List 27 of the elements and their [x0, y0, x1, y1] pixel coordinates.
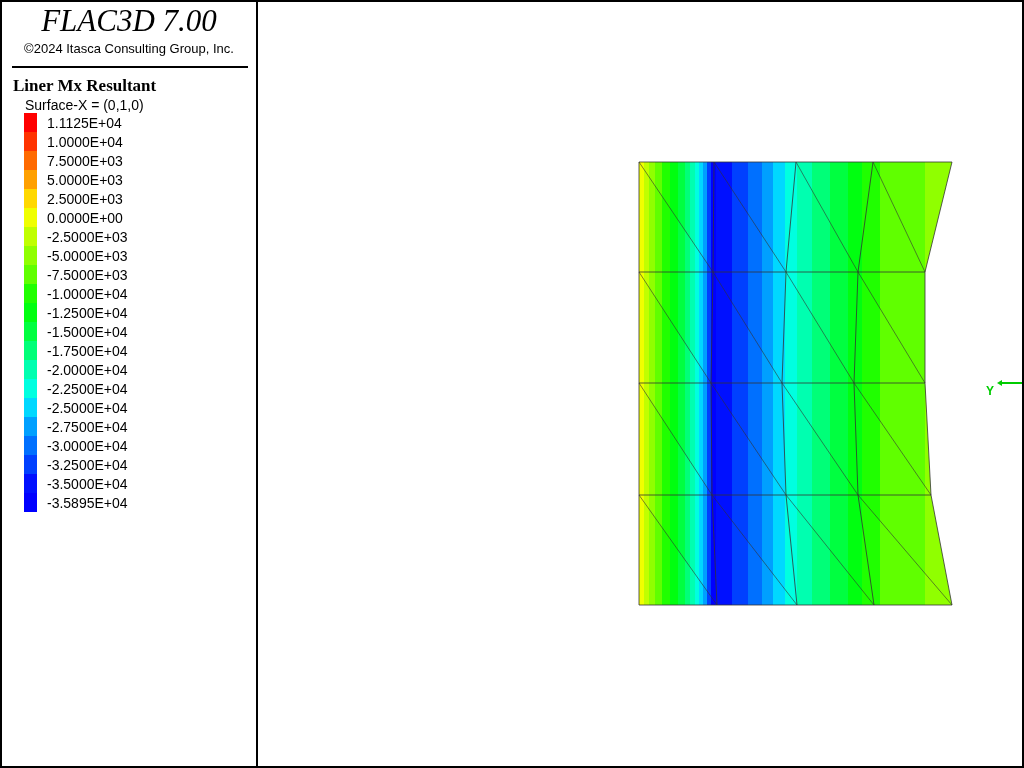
legend-value: -3.2500E+04 — [47, 456, 128, 473]
legend-value: -7.5000E+03 — [47, 266, 128, 283]
legend-value: -1.0000E+04 — [47, 285, 128, 302]
axis-arrow-icon — [997, 380, 1022, 386]
legend-value: 5.0000E+03 — [47, 171, 123, 188]
legend-value: -5.0000E+03 — [47, 247, 128, 264]
plot-title: Liner Mx Resultant — [13, 76, 158, 96]
legend-value: 1.0000E+04 — [47, 133, 123, 150]
legend-value: -3.5895E+04 — [47, 494, 128, 511]
legend-value: -2.2500E+04 — [47, 380, 128, 397]
legend-value: -1.5000E+04 — [47, 323, 128, 340]
program-title: FLAC3D 7.00 — [40, 4, 218, 38]
legend-value: -2.0000E+04 — [47, 361, 128, 378]
legend-value: -3.0000E+04 — [47, 437, 128, 454]
legend-value: -1.2500E+04 — [47, 304, 128, 321]
legend-value: 1.1125E+04 — [47, 114, 122, 131]
legend-value: -2.7500E+04 — [47, 418, 128, 435]
legend-value: -2.5000E+03 — [47, 228, 128, 245]
legend-value: -1.7500E+04 — [47, 342, 128, 359]
legend-value: 2.5000E+03 — [47, 190, 123, 207]
legend-value: -2.5000E+04 — [47, 399, 128, 416]
copyright-text: ©2024 Itasca Consulting Group, Inc. — [23, 41, 235, 56]
legend-value: 0.0000E+00 — [47, 209, 123, 226]
surface-label: Surface-X = (0,1,0) — [25, 97, 145, 113]
legend-value: -3.5000E+04 — [47, 475, 128, 492]
axis-label: Y — [986, 384, 994, 398]
legend-value: 7.5000E+03 — [47, 152, 123, 169]
